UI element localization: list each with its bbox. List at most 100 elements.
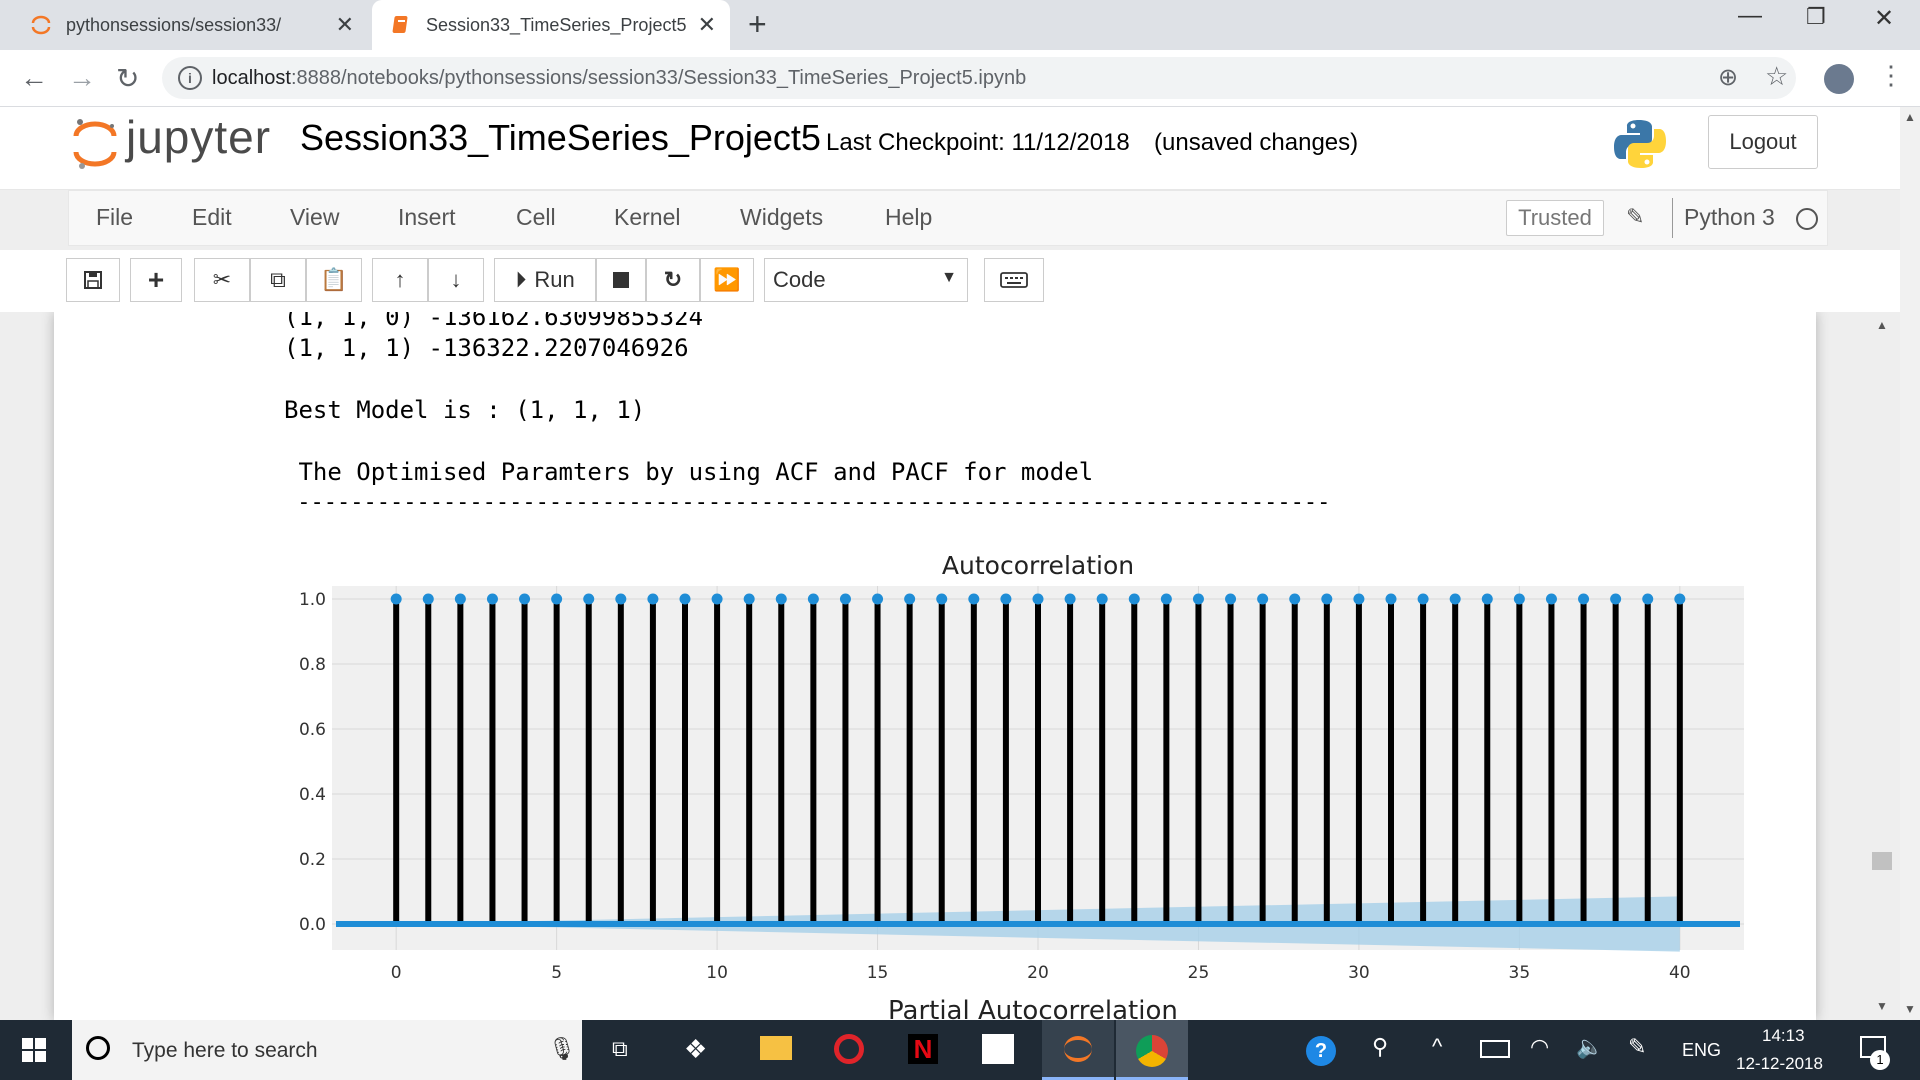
microphone-icon[interactable]: 🎙 [548, 1036, 576, 1062]
people-icon[interactable]: ⚲ [1372, 1034, 1388, 1060]
move-down-button[interactable]: ↓ [428, 258, 484, 302]
y-tick-label: 0.0 [299, 915, 326, 935]
help-icon[interactable]: ? [1306, 1036, 1336, 1066]
interrupt-button[interactable] [596, 258, 646, 302]
task-view-icon[interactable]: ⧉ [612, 1036, 628, 1062]
clock-date[interactable]: 12-12-2018 [1736, 1054, 1823, 1074]
trusted-indicator[interactable]: Trusted [1506, 200, 1604, 236]
wifi-icon[interactable]: ◠ [1530, 1034, 1549, 1060]
scroll-up-icon[interactable]: ▲ [1904, 110, 1916, 124]
url-text[interactable]: localhost:8888/notebooks/pythonsessions/… [212, 67, 1026, 90]
jupyter-logo-icon[interactable] [72, 116, 118, 172]
menu-help[interactable]: Help [885, 204, 932, 231]
jupyter-tab-icon [31, 15, 51, 35]
acf-marker [1545, 593, 1557, 605]
logout-button[interactable]: Logout [1708, 115, 1818, 169]
taskbar-search-placeholder[interactable]: Type here to search [132, 1039, 318, 1063]
page-scrollbar[interactable] [1900, 107, 1920, 1020]
tab-label: Session33_TimeSeries_Project5 [426, 14, 687, 35]
browser-tab-directory[interactable]: pythonsessions/session33/ ✕ [0, 0, 368, 50]
window-close-icon[interactable]: ✕ [1874, 4, 1894, 33]
x-tick-label: 25 [1188, 963, 1210, 983]
bookmark-star-icon[interactable]: ☆ [1765, 61, 1788, 92]
back-icon[interactable]: ← [20, 62, 48, 94]
acf-marker [1610, 593, 1622, 605]
dropdown-arrow-icon: ▼ [941, 269, 957, 286]
close-icon[interactable]: ✕ [336, 12, 354, 38]
menu-edit[interactable]: Edit [192, 204, 232, 231]
x-tick-label: 0 [391, 963, 402, 983]
x-tick-label: 30 [1348, 963, 1370, 983]
chrome-icon [1136, 1035, 1168, 1067]
new-tab-icon[interactable]: + [748, 6, 767, 43]
info-icon[interactable]: i [178, 66, 202, 90]
acf-marker [1032, 593, 1044, 605]
minimize-icon[interactable]: — [1738, 2, 1762, 30]
restart-button[interactable]: ↻ [646, 258, 700, 302]
y-tick-label: 0.2 [299, 850, 326, 870]
volume-icon[interactable]: 🔈 [1576, 1034, 1603, 1060]
profile-avatar[interactable] [1824, 64, 1854, 94]
browser-menu-icon[interactable]: ⋮ [1878, 60, 1904, 91]
scroll-down-icon[interactable]: ▼ [1904, 1002, 1916, 1016]
menu-insert[interactable]: Insert [398, 204, 456, 231]
zoom-icon[interactable]: ⊕ [1718, 63, 1738, 92]
acf-marker [1642, 593, 1654, 605]
jupyter-app-icon [1064, 1036, 1092, 1062]
netflix-icon[interactable]: N [908, 1034, 938, 1064]
menu-widgets[interactable]: Widgets [740, 204, 823, 231]
copy-button[interactable]: ⧉ [250, 258, 306, 302]
notebook-scroll-up-icon[interactable]: ▲ [1876, 318, 1888, 332]
restore-icon[interactable]: ❐ [1806, 4, 1826, 30]
run-button[interactable]: ⏵ Run [494, 258, 596, 302]
file-explorer-icon[interactable] [760, 1036, 792, 1060]
battery-icon[interactable] [1480, 1040, 1510, 1058]
forward-icon[interactable]: → [68, 62, 96, 94]
insert-cell-button[interactable]: + [130, 258, 182, 302]
windows-start-icon[interactable] [22, 1038, 46, 1062]
move-up-button[interactable]: ↑ [372, 258, 428, 302]
x-tick-label: 5 [551, 963, 562, 983]
microsoft-store-icon[interactable] [982, 1034, 1014, 1064]
unsaved-indicator: (unsaved changes) [1154, 129, 1359, 156]
notebook-title[interactable]: Session33_TimeSeries_Project5 [300, 117, 821, 159]
menu-kernel[interactable]: Kernel [614, 204, 680, 231]
acf-marker [1000, 593, 1012, 605]
dropbox-icon[interactable]: ❖ [684, 1034, 707, 1065]
notebook-scroll-down-icon[interactable]: ▼ [1876, 999, 1888, 1013]
cut-button[interactable]: ✂ [194, 258, 250, 302]
notification-count-badge: 1 [1870, 1050, 1890, 1070]
language-indicator[interactable]: ENG [1682, 1040, 1721, 1061]
menu-view[interactable]: View [290, 204, 339, 231]
checkpoint-status: Last Checkpoint: 11/12/2018 [826, 129, 1130, 156]
acf-chart: Autocorrelation 0 5 10 15 20 25 30 35 40 0.0 0.2 0.… [299, 551, 1744, 983]
menu-cell[interactable]: Cell [516, 204, 556, 231]
paste-button[interactable]: 📋 [306, 258, 362, 302]
cell-type-select[interactable]: Code ▼ [764, 258, 968, 302]
reload-icon[interactable]: ↻ [116, 62, 139, 95]
restart-run-all-button[interactable]: ⏩ [700, 258, 754, 302]
kernel-divider [1672, 198, 1673, 238]
close-icon[interactable]: ✕ [698, 12, 716, 38]
clock-time[interactable]: 14:13 [1762, 1026, 1805, 1046]
cortana-icon [86, 1036, 110, 1060]
acf-marker [1417, 593, 1429, 605]
opera-icon[interactable] [834, 1034, 864, 1064]
kernel-name[interactable]: Python 3 [1684, 204, 1775, 231]
fast-forward-icon: ⏩ [713, 267, 741, 292]
command-palette-button[interactable] [984, 258, 1044, 302]
browser-tab-notebook[interactable]: Session33_TimeSeries_Project5 ✕ [372, 0, 730, 50]
url-path: :8888/notebooks/pythonsessions/session33… [290, 67, 1027, 89]
acf-marker [454, 593, 466, 605]
jupyter-logo-text[interactable]: jupyter [126, 110, 271, 164]
edit-pencil-icon[interactable]: ✎ [1626, 204, 1644, 230]
kernel-idle-icon [1796, 208, 1818, 230]
copy-icon: ⧉ [270, 267, 286, 292]
notebook-scroll-thumb[interactable] [1872, 852, 1892, 870]
acf-marker [551, 593, 563, 605]
y-tick-label: 0.4 [299, 785, 326, 805]
save-button[interactable] [66, 258, 120, 302]
chevron-up-icon[interactable]: ^ [1432, 1034, 1442, 1060]
pen-icon[interactable]: ✎ [1628, 1034, 1646, 1060]
menu-file[interactable]: File [96, 204, 133, 231]
